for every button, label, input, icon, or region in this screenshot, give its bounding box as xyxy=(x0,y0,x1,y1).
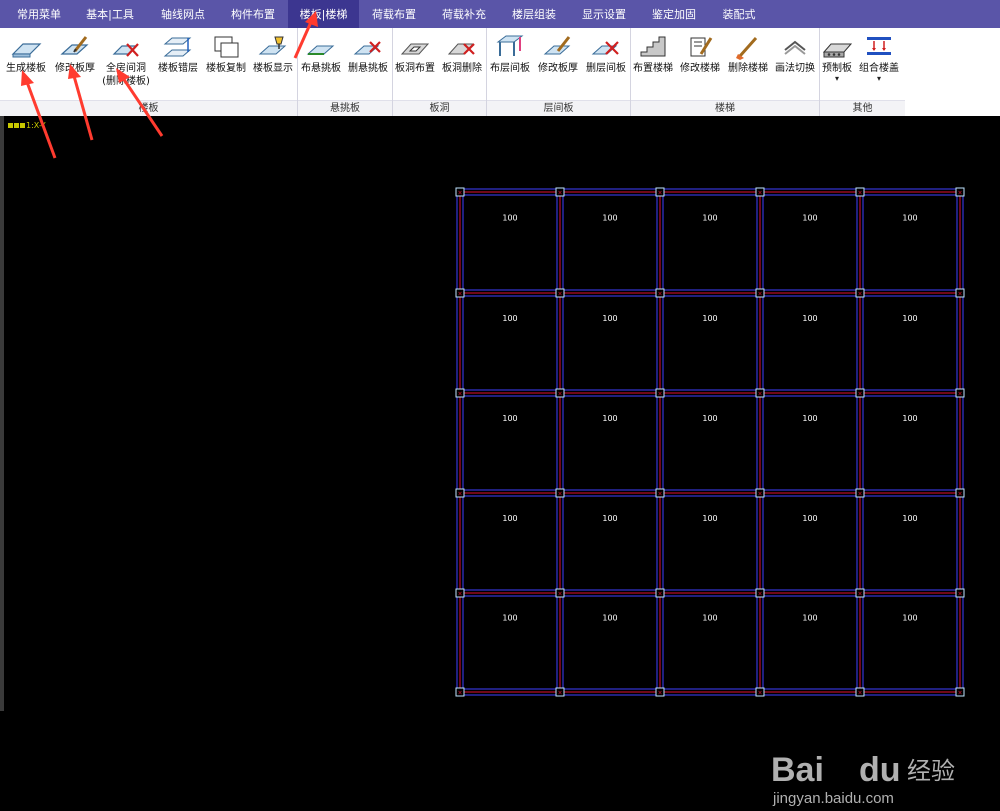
slab-thickness-label[interactable]: 100 xyxy=(602,214,617,223)
column-node-mark: × xyxy=(557,491,562,498)
column-node-mark: × xyxy=(657,591,662,598)
slab-thickness-label[interactable]: 100 xyxy=(602,614,617,623)
slab-thickness-label[interactable]: 100 xyxy=(502,314,517,323)
slab-thickness-label[interactable]: 100 xyxy=(702,614,717,623)
column-node-mark: × xyxy=(457,291,462,298)
slab-thickness-label[interactable]: 100 xyxy=(902,314,917,323)
slab-thickness-label[interactable]: 100 xyxy=(502,614,517,623)
slab-thickness-label[interactable]: 100 xyxy=(602,514,617,523)
slab-thickness-label[interactable]: 100 xyxy=(702,414,717,423)
watermark-brand2: du xyxy=(859,751,901,789)
column-node-mark: × xyxy=(457,491,462,498)
column-node-mark: × xyxy=(757,491,762,498)
slab-thickness-label[interactable]: 100 xyxy=(802,614,817,623)
column-node-mark: × xyxy=(457,591,462,598)
column-node-mark: × xyxy=(557,391,562,398)
column-node-mark: × xyxy=(857,491,862,498)
column-node-mark: × xyxy=(857,690,862,697)
column-node-mark: × xyxy=(857,291,862,298)
slab-thickness-label[interactable]: 100 xyxy=(902,214,917,223)
slab-thickness-label[interactable]: 100 xyxy=(902,614,917,623)
annotation-arrows xyxy=(21,11,318,159)
slab-thickness-label[interactable]: 100 xyxy=(902,514,917,523)
column-node-mark: × xyxy=(457,391,462,398)
column-node-mark: × xyxy=(457,690,462,697)
slab-thickness-label[interactable]: 100 xyxy=(502,414,517,423)
slab-thickness-label[interactable]: 100 xyxy=(702,514,717,523)
column-node-mark: × xyxy=(757,291,762,298)
column-node-mark: × xyxy=(757,591,762,598)
slab-thickness-label[interactable]: 100 xyxy=(602,314,617,323)
column-node-mark: × xyxy=(957,491,962,498)
slab-thickness-label[interactable]: 100 xyxy=(502,514,517,523)
column-node-mark: × xyxy=(957,391,962,398)
slab-thickness-label[interactable]: 100 xyxy=(502,214,517,223)
drawing-canvas[interactable]: 1:X-Y × × × × × × × × × × × × × × × × × × × × × × × × × × × × × × × × × ×… xyxy=(4,116,1000,807)
column-node-mark: × xyxy=(757,690,762,697)
watermark-brand: Bai xyxy=(771,751,824,789)
column-node-mark: × xyxy=(657,491,662,498)
arrow-head xyxy=(116,68,130,83)
structural-grid: ××××××××××××××××××××××××××××××××××××100 1… xyxy=(455,187,965,697)
column-node-mark: × xyxy=(857,591,862,598)
slab-thickness-label[interactable]: 100 xyxy=(702,314,717,323)
slab-thickness-label[interactable]: 100 xyxy=(802,514,817,523)
column-node-mark: × xyxy=(757,391,762,398)
column-node-mark: × xyxy=(657,690,662,697)
column-node-mark: × xyxy=(657,391,662,398)
arrow-head xyxy=(68,64,81,79)
slab-thickness-label[interactable]: 100 xyxy=(802,214,817,223)
column-node-mark: × xyxy=(557,591,562,598)
watermark-url: jingyan.baidu.com xyxy=(772,790,894,807)
slab-thickness-label[interactable]: 100 xyxy=(602,414,617,423)
column-node-mark: × xyxy=(857,391,862,398)
baidu-watermark: Bai du 经验 jingyan.baidu.com xyxy=(771,751,955,807)
slab-thickness-label[interactable]: 100 xyxy=(902,414,917,423)
column-node-mark: × xyxy=(557,690,562,697)
slab-thickness-label[interactable]: 100 xyxy=(702,214,717,223)
watermark-cn: 经验 xyxy=(907,757,955,785)
column-node-mark: × xyxy=(957,690,962,697)
arrow-head xyxy=(21,70,34,86)
arrow-head xyxy=(305,11,318,27)
column-node-mark: × xyxy=(557,291,562,298)
slab-thickness-label[interactable]: 100 xyxy=(802,314,817,323)
slab-thickness-label[interactable]: 100 xyxy=(802,414,817,423)
column-node-mark: × xyxy=(657,291,662,298)
column-node-mark: × xyxy=(957,291,962,298)
column-node-mark: × xyxy=(957,591,962,598)
